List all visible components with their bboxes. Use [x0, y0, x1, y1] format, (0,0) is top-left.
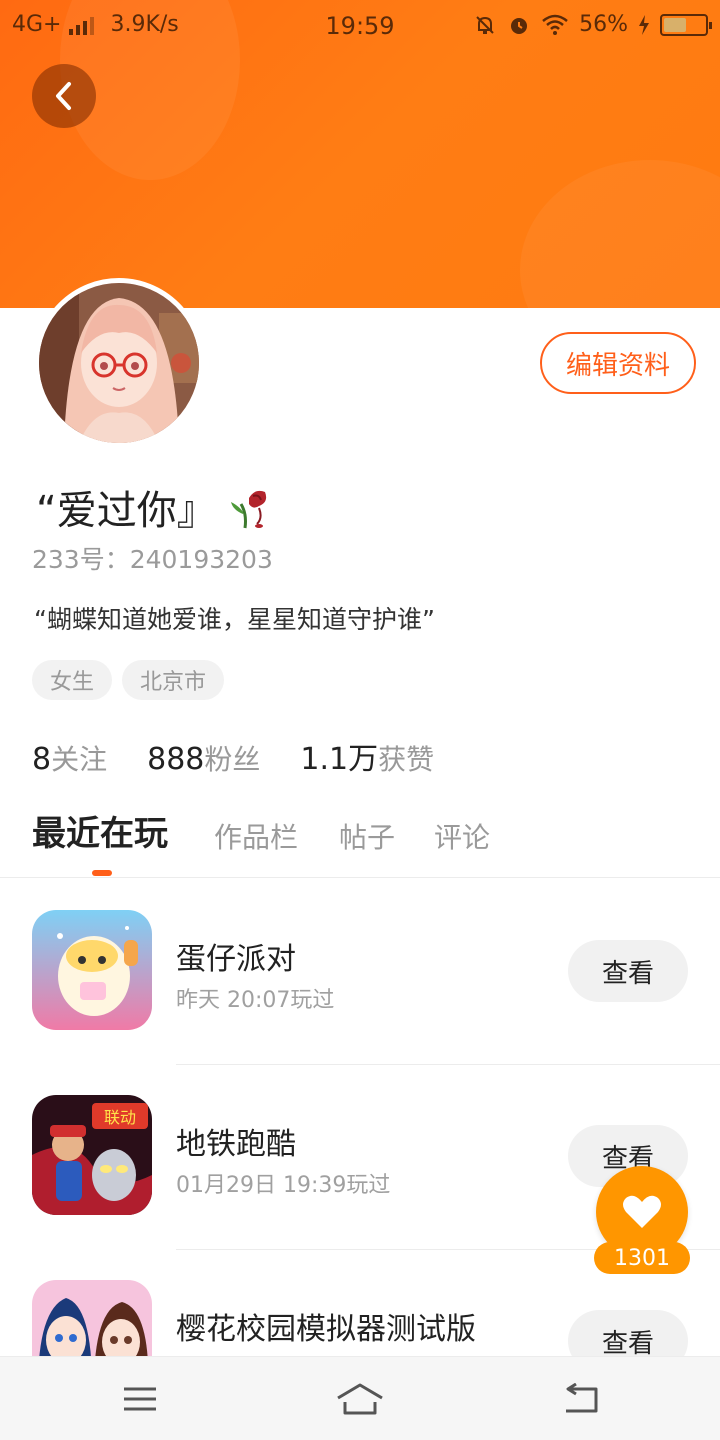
back-nav-button[interactable] [550, 1379, 610, 1419]
username: “爱过你』 [36, 478, 271, 536]
anime-girl-avatar-image [39, 283, 199, 443]
return-icon [566, 1383, 598, 1413]
list-item[interactable]: 蛋仔派对 昨天 20:07玩过 查看 [0, 880, 720, 1065]
game-icon-subway-surfers: 联动 [32, 1095, 152, 1215]
following-label: 关注 [51, 743, 108, 776]
heart-icon [623, 1195, 661, 1228]
back-button[interactable] [32, 64, 96, 128]
svg-text:联动: 联动 [104, 1108, 136, 1127]
user-id: 233号：240193203 [32, 545, 273, 574]
likes-count: 1.1万 [300, 742, 379, 777]
mute-bell-icon [476, 15, 494, 34]
home-icon [337, 1383, 383, 1415]
edit-profile-button[interactable]: 编辑资料 [540, 332, 696, 394]
view-button[interactable]: 查看 [568, 940, 688, 1002]
alarm-icon [511, 17, 528, 34]
status-bar: 4G+ 3.9K/s 19:59 56% [0, 0, 720, 50]
followers-stat[interactable]: 888粉丝 [147, 738, 260, 778]
likes-stat[interactable]: 1.1万获赞 [300, 734, 434, 778]
active-tab-indicator [92, 870, 112, 876]
likes-label: 获赞 [378, 743, 435, 776]
charging-icon [639, 14, 649, 35]
followers-count: 888 [147, 742, 205, 777]
game-last-played: 昨天 20:07玩过 [176, 988, 335, 1013]
profile-stats: 8关注 888粉丝 1.1万获赞 [32, 734, 434, 778]
tab-works[interactable]: 作品栏 [214, 816, 298, 856]
user-bio: “蝴蝶知道她爱谁，星星知道守护谁” [34, 605, 435, 634]
tab-posts[interactable]: 帖子 [339, 816, 395, 856]
tag-location: 北京市 [122, 660, 225, 700]
username-text: “爱过你』 [36, 488, 217, 534]
chevron-left-icon [56, 82, 71, 110]
following-stat[interactable]: 8关注 [32, 738, 107, 778]
tab-recently-played[interactable]: 最近在玩 [32, 806, 168, 855]
game-title: 樱花校园模拟器测试版 [176, 1312, 476, 1347]
game-title: 地铁跑酷 [176, 1127, 296, 1162]
tab-comments[interactable]: 评论 [434, 816, 490, 856]
followers-label: 粉丝 [204, 743, 261, 776]
system-nav-bar [0, 1356, 720, 1440]
game-last-played: 01月29日 19:39玩过 [176, 1173, 391, 1198]
battery-icon [660, 13, 712, 36]
banner-decoration [520, 160, 720, 308]
profile-tabs: 最近在玩 作品栏 帖子 评论 [0, 810, 720, 878]
wifi-icon [542, 14, 568, 35]
home-button[interactable] [330, 1379, 390, 1419]
game-icon-eggy-party [32, 910, 152, 1030]
battery-percent: 56% [579, 12, 628, 37]
profile-tags: 女生 北京市 [32, 660, 225, 700]
wilted-rose-icon [230, 490, 266, 529]
tag-gender: 女生 [32, 660, 113, 700]
game-title: 蛋仔派对 [176, 942, 296, 977]
menu-icon [124, 1387, 156, 1411]
following-count: 8 [32, 742, 52, 777]
like-count: 1301 [594, 1242, 690, 1274]
avatar[interactable] [34, 278, 204, 448]
menu-button[interactable] [110, 1379, 170, 1419]
